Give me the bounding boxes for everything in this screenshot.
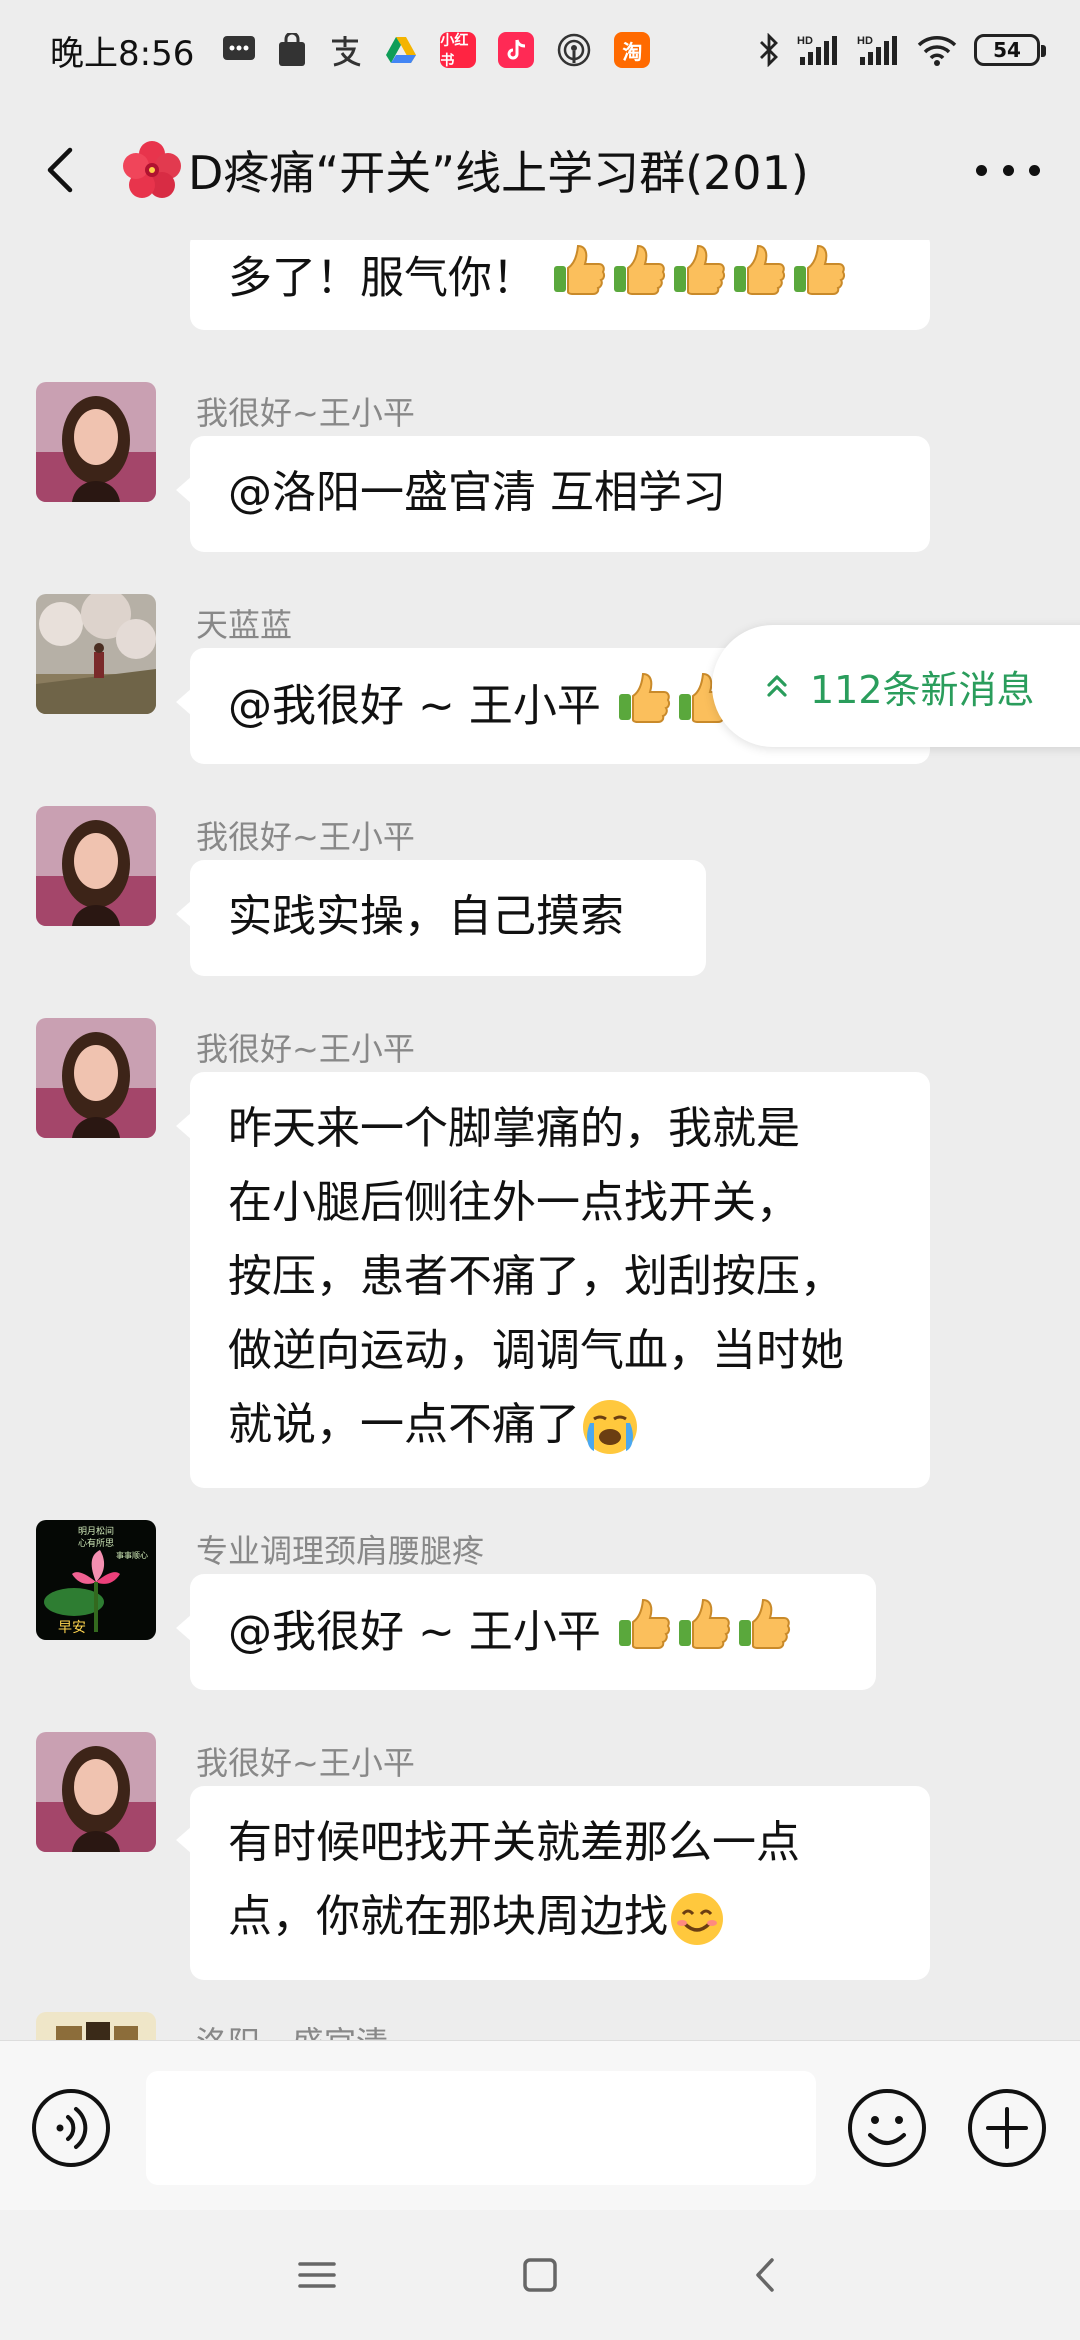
system-nav-bar	[0, 2210, 1080, 2340]
avatar[interactable]	[36, 1018, 156, 1138]
voice-icon	[32, 2089, 110, 2167]
avatar-caption: 明月松间	[78, 1525, 114, 1537]
message-line: 在小腿后侧往外一点找开关，	[228, 1177, 800, 1228]
message-bubble[interactable]: 多了！服气你！	[190, 240, 930, 330]
crying-face-emoji-icon	[583, 1400, 637, 1454]
new-messages-button[interactable]: 112条新消息	[712, 625, 1080, 747]
more-dot-icon	[1029, 164, 1040, 176]
new-messages-label: 112条新消息	[810, 667, 1035, 712]
sender-name: 天蓝蓝	[196, 606, 293, 644]
drive-icon	[384, 35, 418, 65]
more-options-button[interactable]	[976, 150, 1040, 190]
message-bubble[interactable]: @洛阳一盛官清 互相学习	[176, 436, 930, 552]
alipay-icon	[328, 33, 362, 67]
message-text: 实践实操，自己摸索	[228, 891, 624, 942]
message-bubble[interactable]: 有时候吧找开关就差那么一点 点，你就在那块周边找	[176, 1786, 930, 1980]
thumbs-up-emoji-icon	[790, 240, 848, 321]
smiley-icon	[848, 2089, 926, 2167]
thumbs-up-group	[615, 1594, 793, 1675]
battery-indicator: 54	[974, 34, 1046, 66]
chat-header: D疼痛“开关”线上学习群(201)	[0, 100, 1080, 240]
more-functions-button[interactable]	[966, 2087, 1048, 2169]
voice-button[interactable]	[30, 2087, 112, 2169]
avatar-greeting: 早安	[58, 1620, 86, 1636]
message-input[interactable]	[146, 2071, 816, 2185]
sender-name: 我很好~王小平	[196, 818, 415, 856]
avatar-caption: 事事顺心	[116, 1550, 148, 1560]
chevron-left-icon	[756, 2258, 774, 2292]
message-line: 有时候吧找开关就差那么一点	[228, 1817, 800, 1868]
square-icon	[523, 2258, 557, 2292]
message-line: 昨天来一个脚掌痛的，我就是	[228, 1103, 800, 1154]
avatar[interactable]	[36, 594, 156, 714]
bluetooth-icon	[758, 33, 780, 67]
signal-icon: HD	[856, 33, 900, 67]
message-text: @我很好 ~ 王小平	[228, 1606, 601, 1658]
sender-name: 专业调理颈肩腰腿疼	[196, 1532, 485, 1570]
signal-hd-label: HD	[797, 35, 813, 47]
bag-icon	[278, 33, 306, 67]
chat-title: D疼痛“开关”线上学习群(201)	[120, 134, 809, 206]
thumbs-up-emoji-icon	[670, 240, 728, 321]
thumbs-up-group	[550, 240, 848, 321]
chat-title-text: D疼痛“开关”线上学习群(201)	[188, 146, 809, 200]
thumbs-up-emoji-icon	[550, 240, 608, 321]
chat-dots-icon	[222, 35, 256, 65]
sender-name: 我很好~王小平	[196, 1744, 415, 1782]
thumbs-up-emoji-icon	[735, 1594, 793, 1675]
double-chevron-up-icon	[767, 675, 787, 697]
thumbs-up-emoji-icon	[610, 240, 668, 321]
more-dot-icon	[1002, 164, 1014, 176]
thumbs-up-emoji-icon	[615, 668, 673, 749]
thumbs-up-emoji-icon	[730, 240, 788, 321]
message-line: 做逆向运动，调调气血，当时她	[228, 1325, 844, 1376]
message-text: @洛阳一盛官清 互相学习	[228, 467, 726, 518]
recents-button[interactable]	[290, 2248, 344, 2302]
chevron-left-icon	[47, 147, 73, 193]
message-line: 按压，患者不痛了，划刮按压，	[228, 1251, 844, 1302]
more-dot-icon	[976, 164, 987, 176]
podcast-icon	[556, 32, 592, 68]
message-text: 多了！服气你！	[228, 252, 536, 304]
menu-icon	[298, 2262, 336, 2288]
system-back-button[interactable]	[740, 2248, 794, 2302]
avatar-caption: 心有所思	[78, 1537, 114, 1549]
message-line: 点，你就在那块周边找	[228, 1891, 668, 1942]
message-bubble[interactable]: 实践实操，自己摸索	[176, 860, 706, 976]
message-line: 就说，一点不痛了	[228, 1399, 580, 1450]
avatar[interactable]: 明月松间 心有所思 事事顺心早安	[36, 1520, 156, 1640]
status-bar: 晚上8:56 小红书 淘 HD HD 54	[0, 0, 1080, 100]
back-button[interactable]	[36, 142, 92, 198]
hibiscus-icon	[123, 141, 181, 198]
emoji-button[interactable]	[846, 2087, 928, 2169]
avatar[interactable]	[36, 806, 156, 926]
signal-icon: HD	[796, 33, 840, 67]
avatar[interactable]	[36, 382, 156, 502]
xiaohongshu-icon: 小红书	[440, 32, 477, 69]
smiling-face-emoji-icon	[671, 1893, 723, 1945]
sender-name: 洛阳一盛官清	[196, 2018, 388, 2040]
avatar[interactable]	[36, 1732, 156, 1852]
sender-name: 我很好~王小平	[196, 1030, 415, 1068]
sender-name: 我很好~王小平	[196, 394, 415, 432]
message-text: @我很好 ~ 王小平	[228, 680, 601, 732]
input-bar	[0, 2040, 1080, 2210]
message-list[interactable]: 多了！服气你！ 我很好~王小平 @洛阳一盛官清 互相学习 天蓝蓝 @我很好 ~ …	[0, 240, 1080, 2040]
avatar[interactable]	[36, 2012, 156, 2040]
status-time: 晚上8:56	[50, 33, 195, 74]
plus-icon	[968, 2089, 1046, 2167]
douyin-icon	[498, 32, 535, 68]
message-bubble[interactable]: @我很好 ~ 王小平	[176, 1574, 876, 1690]
thumbs-up-emoji-icon	[615, 1594, 673, 1675]
taobao-icon: 淘	[614, 32, 651, 68]
home-button[interactable]	[513, 2248, 567, 2302]
message-bubble[interactable]: 昨天来一个脚掌痛的，我就是 在小腿后侧往外一点找开关， 按压，患者不痛了，划刮按…	[176, 1072, 930, 1488]
signal-hd-label: HD	[857, 35, 873, 47]
thumbs-up-emoji-icon	[675, 1594, 733, 1675]
wifi-icon	[916, 33, 958, 67]
